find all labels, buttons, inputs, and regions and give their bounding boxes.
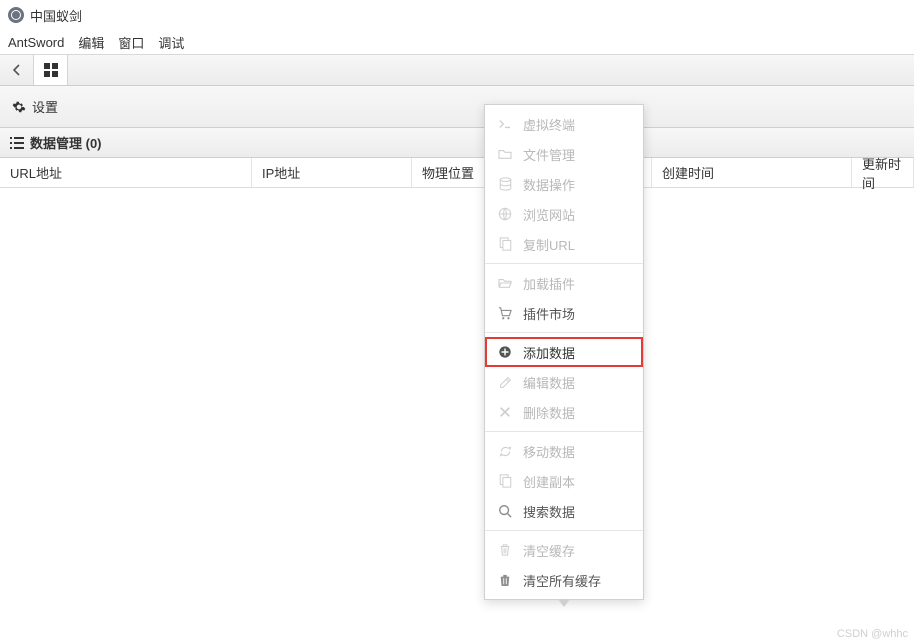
folder-icon	[497, 148, 513, 160]
menu-window[interactable]: 窗口	[118, 33, 144, 52]
trash-icon	[497, 543, 513, 557]
menu-pointer-icon	[558, 599, 570, 607]
settings-tab[interactable]: 设置	[0, 86, 914, 128]
context-menu-label: 插件市场	[523, 304, 631, 323]
table-header: URL地址 IP地址 物理位置 备注 创建时间 更新时间	[0, 158, 914, 188]
menubar: AntSword 编辑 窗口 调试	[0, 30, 914, 54]
edit-icon	[497, 376, 513, 389]
menu-separator	[485, 431, 643, 432]
globe-icon	[497, 207, 513, 221]
context-menu-label: 清空所有缓存	[523, 571, 631, 590]
context-menu-label: 文件管理	[523, 145, 631, 164]
context-menu-label: 添加数据	[523, 343, 631, 362]
toolbar-grid-button[interactable]	[34, 55, 68, 85]
context-menu-item: 加载插件	[485, 268, 643, 298]
context-menu: 虚拟终端文件管理数据操作浏览网站复制URL 加载插件插件市场添加数据编辑数据删除数…	[484, 104, 644, 600]
panel-title: 数据管理 (0)	[30, 133, 102, 152]
context-menu-label: 浏览网站	[523, 205, 631, 224]
context-menu-label: 清空缓存	[523, 541, 631, 560]
panel-header: 数据管理 (0)	[0, 128, 914, 158]
context-menu-label: 删除数据	[523, 403, 631, 422]
column-updated-time[interactable]: 更新时间	[852, 158, 914, 187]
context-menu-item: 虚拟终端	[485, 109, 643, 139]
search-icon	[497, 504, 513, 518]
toolbar-back-button[interactable]	[0, 55, 34, 85]
grid-icon	[44, 63, 58, 77]
context-menu-item: 创建副本	[485, 466, 643, 496]
menu-separator	[485, 263, 643, 264]
column-created-time[interactable]: 创建时间	[652, 158, 852, 187]
app-logo-icon	[8, 7, 24, 23]
menu-separator	[485, 530, 643, 531]
caret-left-icon	[13, 64, 21, 76]
context-menu-label: 搜索数据	[523, 502, 631, 521]
settings-label: 设置	[32, 97, 58, 116]
context-menu-item[interactable]: 搜索数据	[485, 496, 643, 526]
gear-icon	[12, 100, 26, 114]
database-icon	[497, 177, 513, 191]
context-menu-item: 删除数据	[485, 397, 643, 427]
context-menu-label: 数据操作	[523, 175, 631, 194]
plus-circle-icon	[497, 345, 513, 359]
column-ip[interactable]: IP地址	[252, 158, 412, 187]
context-menu-item: 文件管理	[485, 139, 643, 169]
context-menu-item: 清空缓存	[485, 535, 643, 565]
context-menu-label: 加载插件	[523, 274, 631, 293]
context-menu-item[interactable]: 插件市场	[485, 298, 643, 328]
watermark: CSDN @whhc	[837, 628, 908, 640]
context-menu-label: 创建副本	[523, 472, 631, 491]
menu-edit[interactable]: 编辑	[78, 33, 104, 52]
context-menu-item[interactable]: 添加数据	[485, 337, 643, 367]
context-menu-item: 数据操作	[485, 169, 643, 199]
menu-separator	[485, 332, 643, 333]
share-icon	[497, 445, 513, 458]
context-menu-item: 复制URL	[485, 229, 643, 259]
folder-open-icon	[497, 277, 513, 289]
duplicate-icon	[497, 474, 513, 488]
context-menu-item: 移动数据	[485, 436, 643, 466]
context-menu-label: 编辑数据	[523, 373, 631, 392]
column-url[interactable]: URL地址	[0, 158, 252, 187]
trash-all-icon	[497, 573, 513, 587]
cart-icon	[497, 307, 513, 320]
context-menu-label: 复制URL	[523, 235, 631, 254]
window-titlebar: 中国蚁剑	[0, 0, 914, 30]
delete-icon	[497, 406, 513, 418]
toolbar	[0, 54, 914, 86]
table-body-empty[interactable]	[0, 188, 914, 642]
menu-debug[interactable]: 调试	[158, 33, 184, 52]
window-title: 中国蚁剑	[30, 6, 82, 25]
context-menu-label: 虚拟终端	[523, 115, 631, 134]
terminal-icon	[497, 118, 513, 130]
context-menu-label: 移动数据	[523, 442, 631, 461]
copy-icon	[497, 237, 513, 251]
context-menu-item: 编辑数据	[485, 367, 643, 397]
column-location[interactable]: 物理位置	[412, 158, 492, 187]
context-menu-item: 浏览网站	[485, 199, 643, 229]
menu-antsword[interactable]: AntSword	[8, 35, 64, 50]
context-menu-item[interactable]: 清空所有缓存	[485, 565, 643, 595]
list-icon	[10, 137, 24, 149]
